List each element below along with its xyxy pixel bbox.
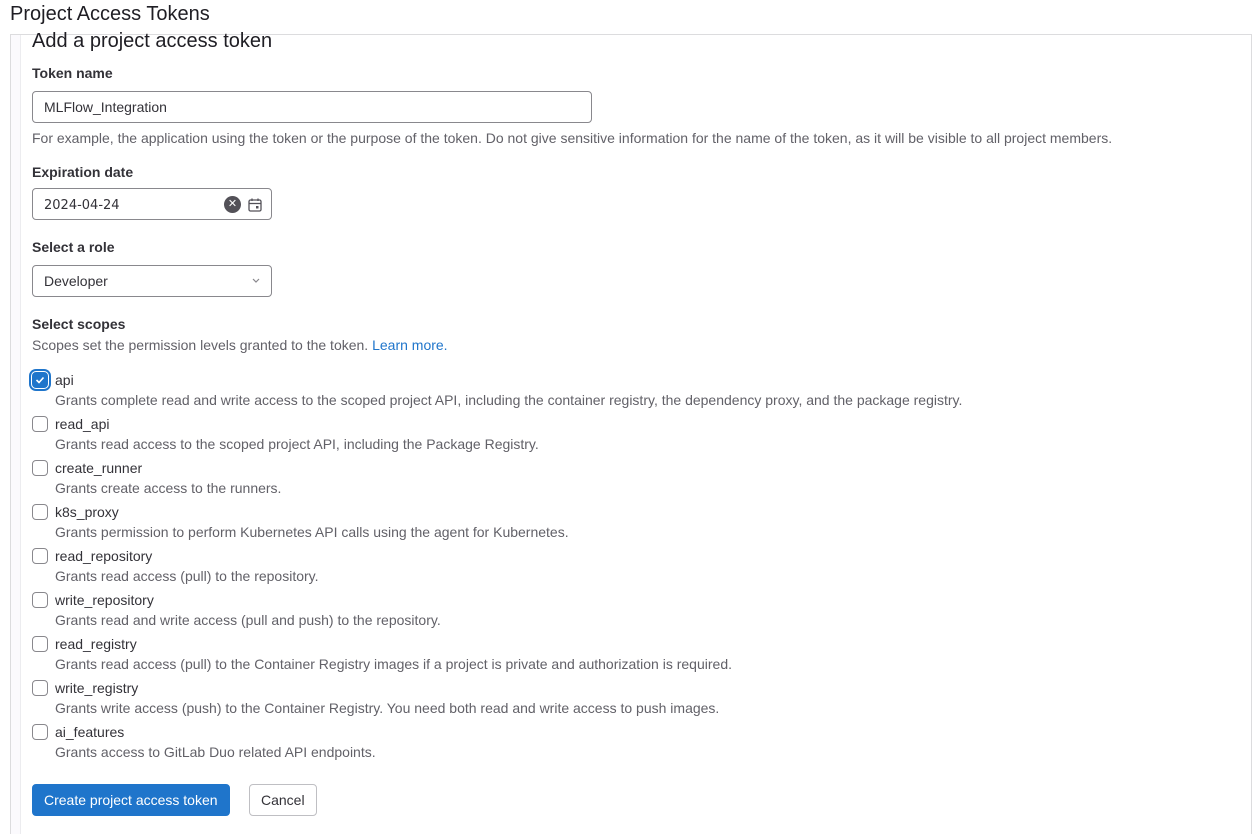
expiration-date-input[interactable]: [44, 191, 214, 221]
scope-description: Grants read access (pull) to the Contain…: [55, 656, 732, 672]
scope-name[interactable]: write_repository: [55, 590, 154, 610]
scope-checkbox[interactable]: [32, 680, 48, 696]
role-selected-value: Developer: [44, 273, 108, 289]
add-token-card: Add a project access token Token name Fo…: [10, 30, 1252, 834]
scope-name[interactable]: api: [55, 370, 74, 390]
token-name-help: For example, the application using the t…: [32, 130, 1113, 146]
page-title: Project Access Tokens: [10, 3, 210, 25]
role-label: Select a role: [32, 239, 115, 255]
token-name-input[interactable]: [44, 92, 580, 122]
check-icon: [35, 376, 45, 384]
scope-checkbox[interactable]: [32, 636, 48, 652]
form-title: Add a project access token: [32, 30, 273, 52]
scope-description: Grants permission to perform Kubernetes …: [55, 524, 569, 540]
card-gutter: [11, 35, 21, 834]
cancel-button[interactable]: Cancel: [249, 784, 317, 816]
scopes-help-text: Scopes set the permission levels granted…: [32, 337, 369, 353]
scopes-help: Scopes set the permission levels granted…: [32, 337, 448, 353]
create-token-button[interactable]: Create project access token: [32, 784, 230, 816]
scope-description: Grants read access to the scoped project…: [55, 436, 539, 452]
scope-description: Grants create access to the runners.: [55, 480, 282, 496]
learn-more-link[interactable]: Learn more.: [372, 337, 447, 353]
scope-checkbox[interactable]: [32, 724, 48, 740]
expiration-date-field[interactable]: ✕: [32, 188, 272, 221]
role-select[interactable]: Developer: [32, 265, 272, 297]
scope-name[interactable]: read_registry: [55, 634, 137, 654]
scope-name[interactable]: ai_features: [55, 722, 124, 742]
scope-name[interactable]: create_runner: [55, 458, 142, 478]
scopes-label: Select scopes: [32, 316, 126, 332]
token-name-field[interactable]: [32, 91, 592, 123]
scope-checkbox[interactable]: [32, 504, 48, 520]
scope-description: Grants read access (pull) to the reposit…: [55, 568, 319, 584]
scope-description: Grants complete read and write access to…: [55, 392, 963, 408]
scope-name[interactable]: write_registry: [55, 678, 138, 698]
scope-checkbox[interactable]: [32, 548, 48, 564]
scope-name[interactable]: read_repository: [55, 546, 152, 566]
scope-description: Grants access to GitLab Duo related API …: [55, 744, 376, 760]
scope-checkbox[interactable]: [32, 592, 48, 608]
calendar-icon[interactable]: [247, 197, 263, 213]
expiration-date-label: Expiration date: [32, 164, 134, 180]
scope-checkbox[interactable]: [32, 460, 48, 476]
chevron-down-icon: [251, 266, 261, 307]
scope-name[interactable]: read_api: [55, 414, 110, 434]
scope-name[interactable]: k8s_proxy: [55, 502, 119, 522]
scope-description: Grants read and write access (pull and p…: [55, 612, 441, 628]
scope-checkbox[interactable]: [32, 416, 48, 432]
clear-icon[interactable]: ✕: [224, 196, 241, 213]
scope-checkbox[interactable]: [32, 372, 48, 388]
scope-description: Grants write access (push) to the Contai…: [55, 700, 720, 716]
token-name-label: Token name: [32, 65, 113, 81]
